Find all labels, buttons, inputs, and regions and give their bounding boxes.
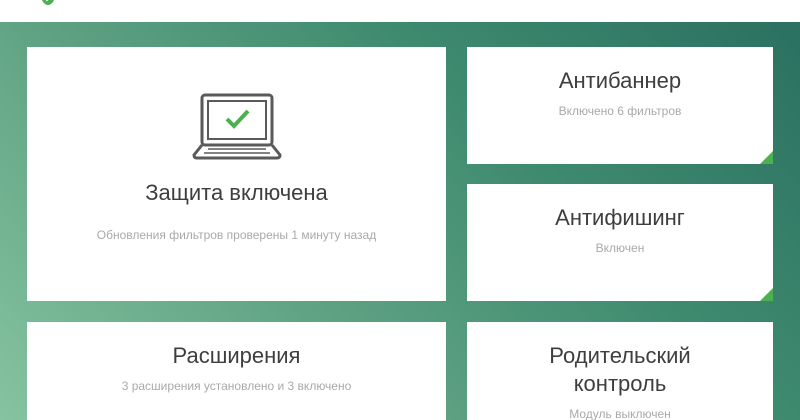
status-enabled-indicator bbox=[760, 288, 773, 301]
antibanner-subtitle: Включено 6 фильтров bbox=[558, 104, 682, 118]
extensions-tile[interactable]: Расширения 3 расширения установлено и 3 … bbox=[27, 322, 446, 420]
extensions-subtitle: 3 расширения установлено и 3 включено bbox=[121, 379, 352, 393]
extensions-title: Расширения bbox=[172, 343, 301, 368]
laptop-check-icon bbox=[191, 93, 282, 160]
status-enabled-indicator bbox=[760, 151, 773, 164]
protection-status-title: Защита включена bbox=[145, 180, 328, 205]
top-bar bbox=[0, 0, 800, 22]
antiphishing-tile[interactable]: Антифишинг Включен bbox=[467, 184, 773, 301]
protection-status-subtitle: Обновления фильтров проверены 1 минуту н… bbox=[96, 228, 377, 242]
parental-control-title: Родительский контроль bbox=[549, 343, 691, 396]
parental-control-subtitle: Модуль выключен bbox=[569, 407, 671, 420]
antiphishing-subtitle: Включен bbox=[595, 241, 645, 255]
antibanner-tile[interactable]: Антибаннер Включено 6 фильтров bbox=[467, 47, 773, 164]
antiphishing-title: Антифишинг bbox=[555, 205, 685, 230]
protection-status-tile[interactable]: Защита включена Обновления фильтров пров… bbox=[27, 47, 446, 301]
parental-control-tile[interactable]: Родительский контроль Модуль выключен bbox=[467, 322, 773, 420]
antibanner-title: Антибаннер bbox=[558, 68, 682, 93]
shield-check-icon bbox=[42, 0, 54, 5]
